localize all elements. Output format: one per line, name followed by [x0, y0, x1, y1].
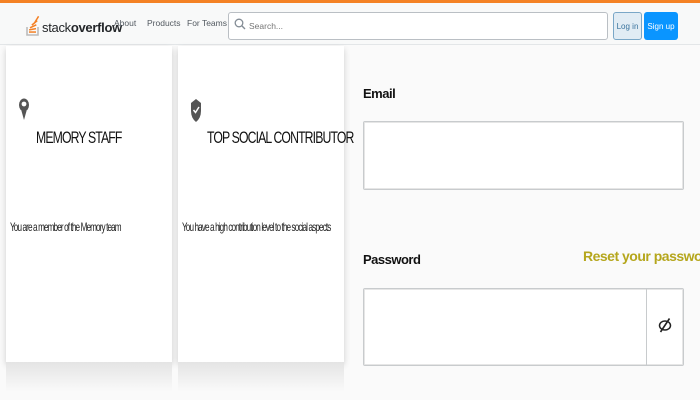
card-reflection — [6, 362, 172, 392]
search-input[interactable] — [249, 21, 589, 31]
card-reflection — [178, 362, 344, 392]
toggle-password-visibility-button[interactable] — [646, 289, 683, 365]
nav-products[interactable]: Products — [147, 18, 181, 28]
badge-card-top-social-contributor: TOP SOCIAL CONTRIBUTOR You have a high c… — [178, 46, 354, 362]
memory-badge-icon — [18, 98, 30, 124]
nav-for-teams[interactable]: For Teams — [187, 18, 227, 28]
badge-description: You have a high contribution level to th… — [182, 220, 331, 234]
reset-password-link[interactable]: Reset your password? — [583, 248, 700, 264]
stackoverflow-logo[interactable]: stackoverflow — [26, 12, 122, 36]
top-bar: stackoverflow About Products For Teams L… — [0, 0, 700, 45]
badge-description: You are a member of the Memory team — [10, 220, 122, 234]
badge-card-memory-staff: MEMORY STAFF You are a member of the Mem… — [6, 46, 172, 362]
login-button[interactable]: Log in — [613, 12, 642, 40]
email-label: Email — [363, 86, 396, 101]
eye-slash-icon — [657, 317, 673, 338]
search-icon — [234, 17, 246, 35]
badge-title: MEMORY STAFF — [36, 128, 122, 147]
nav-about[interactable]: About — [114, 18, 136, 28]
check-shield-icon — [190, 98, 202, 124]
stack-logo-icon — [26, 14, 40, 36]
badge-title: TOP SOCIAL CONTRIBUTOR — [207, 128, 354, 147]
email-field[interactable] — [363, 121, 684, 190]
search-box[interactable] — [228, 12, 608, 40]
logo-text: stackoverflow — [42, 20, 122, 35]
password-field[interactable] — [363, 288, 684, 366]
password-label: Password — [363, 252, 421, 267]
signup-button[interactable]: Sign up — [644, 12, 678, 40]
